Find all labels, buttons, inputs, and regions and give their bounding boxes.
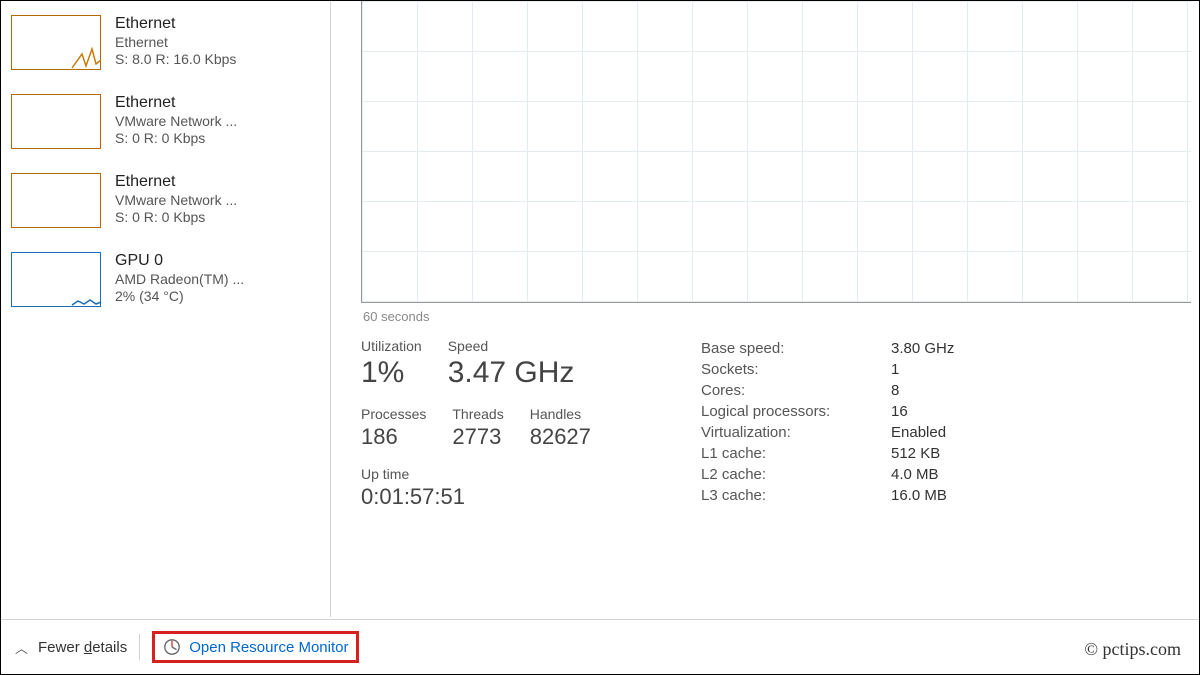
metric-processes: Processes 186 <box>361 406 426 450</box>
metric-utilization: Utilization 1% <box>361 338 422 390</box>
sidebar-item-title: Ethernet <box>115 15 236 33</box>
handles-value: 82627 <box>530 424 591 450</box>
detail-value: 512 KB <box>891 445 940 462</box>
sidebar-item-title: GPU 0 <box>115 252 244 270</box>
metric-speed: Speed 3.47 GHz <box>448 338 575 390</box>
detail-row: L3 cache:16.0 MB <box>701 487 1199 504</box>
metric-threads: Threads 2773 <box>452 406 503 450</box>
speed-value: 3.47 GHz <box>448 356 575 390</box>
detail-value: 1 <box>891 361 899 378</box>
speed-label: Speed <box>448 338 575 354</box>
sidebar-item-subtitle: VMware Network ... <box>115 192 237 208</box>
detail-row: L2 cache:4.0 MB <box>701 466 1199 483</box>
detail-value: 3.80 GHz <box>891 340 954 357</box>
footer-divider <box>139 634 140 660</box>
chart-axis-label: 60 seconds <box>363 309 1199 324</box>
sparkline-icon <box>12 14 102 69</box>
processes-label: Processes <box>361 406 426 422</box>
metric-uptime: Up time 0:01:57:51 <box>361 466 661 510</box>
chevron-up-icon: ︿ <box>15 638 28 657</box>
detail-row: Sockets:1 <box>701 361 1199 378</box>
detail-value: 8 <box>891 382 899 399</box>
detail-key: Virtualization: <box>701 424 891 441</box>
cpu-usage-chart <box>361 1 1191 303</box>
detail-key: L2 cache: <box>701 466 891 483</box>
sidebar-item-eth-1[interactable]: EthernetVMware Network ...S: 0 R: 0 Kbps <box>11 88 320 167</box>
fewer-details-button[interactable]: ︿ Fewer details <box>15 638 127 657</box>
sidebar-item-gpu-3[interactable]: GPU 0AMD Radeon(TM) ...2% (34 °C) <box>11 246 320 325</box>
cpu-details-table: Base speed:3.80 GHzSockets:1Cores:8Logic… <box>701 338 1199 510</box>
detail-row: Logical processors:16 <box>701 403 1199 420</box>
detail-row: L1 cache:512 KB <box>701 445 1199 462</box>
resource-monitor-icon <box>163 638 181 656</box>
sidebar-item-subtitle: Ethernet <box>115 34 236 50</box>
sidebar-item-subtitle: VMware Network ... <box>115 113 237 129</box>
sidebar: EthernetEthernetS: 8.0 R: 16.0 KbpsEther… <box>1 1 331 617</box>
detail-row: Virtualization:Enabled <box>701 424 1199 441</box>
thumbnail-chart <box>11 173 101 228</box>
sidebar-item-stat: 2% (34 °C) <box>115 288 244 304</box>
copyright-watermark: © pctips.com <box>1084 639 1181 660</box>
open-resource-monitor-label: Open Resource Monitor <box>189 639 348 656</box>
detail-value: 16.0 MB <box>891 487 947 504</box>
threads-label: Threads <box>452 406 503 422</box>
sidebar-item-eth-2[interactable]: EthernetVMware Network ...S: 0 R: 0 Kbps <box>11 167 320 246</box>
sidebar-item-title: Ethernet <box>115 94 237 112</box>
footer-bar: ︿ Fewer details Open Resource Monitor <box>1 619 1199 674</box>
utilization-value: 1% <box>361 356 422 390</box>
detail-value: Enabled <box>891 424 946 441</box>
sparkline-icon <box>12 251 102 306</box>
handles-label: Handles <box>530 406 591 422</box>
processes-value: 186 <box>361 424 426 450</box>
detail-key: Cores: <box>701 382 891 399</box>
detail-row: Base speed:3.80 GHz <box>701 340 1199 357</box>
sidebar-item-subtitle: AMD Radeon(TM) ... <box>115 271 244 287</box>
threads-value: 2773 <box>452 424 503 450</box>
thumbnail-chart <box>11 94 101 149</box>
performance-panel: 60 seconds Utilization 1% Speed 3.47 GHz… <box>331 1 1199 617</box>
uptime-label: Up time <box>361 466 661 482</box>
sidebar-item-stat: S: 8.0 R: 16.0 Kbps <box>115 51 236 67</box>
detail-key: L1 cache: <box>701 445 891 462</box>
fewer-details-label: Fewer details <box>38 639 127 656</box>
thumbnail-chart <box>11 15 101 70</box>
sidebar-item-eth-0[interactable]: EthernetEthernetS: 8.0 R: 16.0 Kbps <box>11 9 320 88</box>
uptime-value: 0:01:57:51 <box>361 484 661 510</box>
metric-handles: Handles 82627 <box>530 406 591 450</box>
detail-key: Base speed: <box>701 340 891 357</box>
detail-value: 16 <box>891 403 908 420</box>
detail-row: Cores:8 <box>701 382 1199 399</box>
detail-key: L3 cache: <box>701 487 891 504</box>
detail-key: Sockets: <box>701 361 891 378</box>
detail-value: 4.0 MB <box>891 466 939 483</box>
sidebar-item-title: Ethernet <box>115 173 237 191</box>
sidebar-item-stat: S: 0 R: 0 Kbps <box>115 130 237 146</box>
detail-key: Logical processors: <box>701 403 891 420</box>
sidebar-item-stat: S: 0 R: 0 Kbps <box>115 209 237 225</box>
open-resource-monitor-link[interactable]: Open Resource Monitor <box>152 631 359 663</box>
thumbnail-chart <box>11 252 101 307</box>
utilization-label: Utilization <box>361 338 422 354</box>
